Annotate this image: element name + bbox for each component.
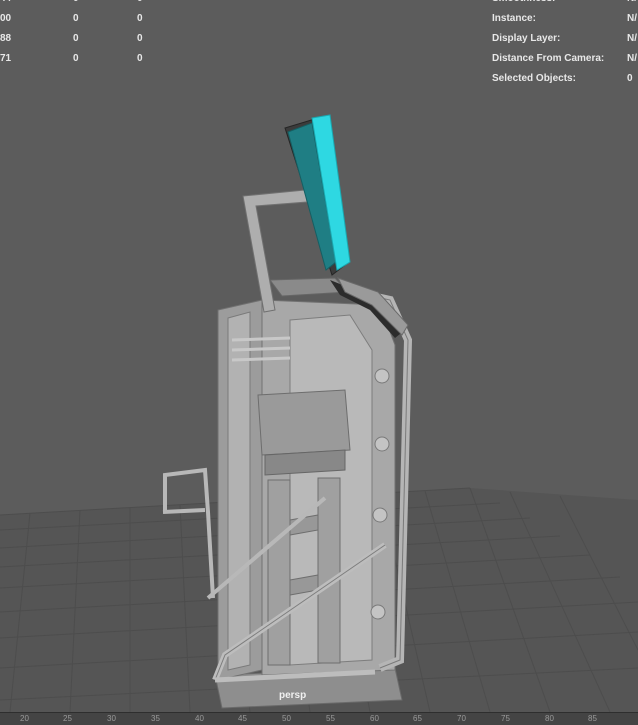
ruler-tick-label: 50: [282, 714, 291, 723]
ruler-tick-label: 45: [238, 714, 247, 723]
ruler-tick-label: 55: [326, 714, 335, 723]
info-value: N/: [627, 53, 637, 64]
ruler-tick-label: 80: [545, 714, 554, 723]
ruler-tick-label: 60: [370, 714, 379, 723]
ruler-tick-label: 25: [63, 714, 72, 723]
ruler-tick-label: 40: [195, 714, 204, 723]
info-row-display-layer: Display Layer: N/: [492, 29, 638, 49]
info-row-selected-objects: Selected Objects: 0: [492, 69, 638, 89]
scene-canvas[interactable]: [0, 0, 638, 725]
ruler-tick-label: 75: [501, 714, 510, 723]
info-label: Distance From Camera:: [492, 53, 605, 64]
ruler-tick-label: 30: [107, 714, 116, 723]
info-value: N/: [627, 0, 637, 9]
info-label: Display Layer:: [492, 33, 561, 44]
info-value: N/: [627, 13, 637, 24]
info-label: Smoothness:: [492, 0, 555, 9]
object-details-hud: Smoothness: N/ Instance: N/ Display Laye…: [0, 0, 638, 89]
info-row-instance: Instance: N/: [492, 9, 638, 29]
info-value: N/: [627, 33, 637, 44]
ruler-tick-label: 70: [457, 714, 466, 723]
ruler-tick-label: 65: [413, 714, 422, 723]
ruler-tick-label: 85: [588, 714, 597, 723]
ruler-tick-label: 20: [20, 714, 29, 723]
info-label: Selected Objects:: [492, 73, 576, 84]
camera-name-label: persp: [279, 690, 307, 701]
ruler-tick-label: 35: [151, 714, 160, 723]
info-value: 0: [627, 73, 633, 84]
info-row-distance-from-camera: Distance From Camera: N/: [492, 49, 638, 69]
time-slider-ruler[interactable]: 20 25 30 35 40 45 50 55 60 65 70 75 80 8…: [0, 712, 638, 725]
maya-perspective-viewport[interactable]: 44 0 0 00 0 0 88 0 0 71 0 0 Smoothness: …: [0, 0, 638, 725]
info-row-smoothness: Smoothness: N/: [492, 0, 638, 9]
info-label: Instance:: [492, 13, 536, 24]
